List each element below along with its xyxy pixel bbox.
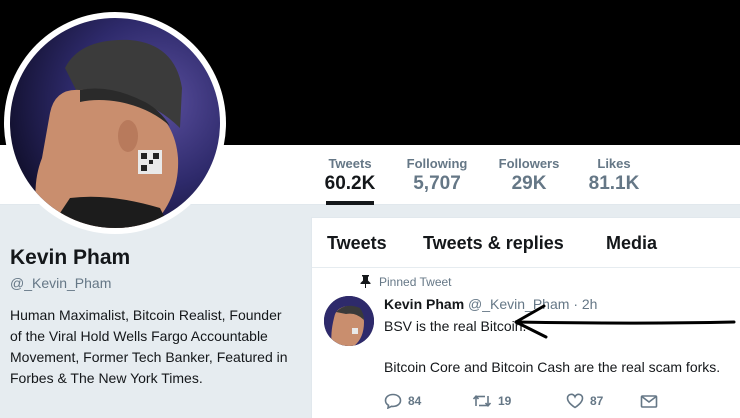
envelope-icon bbox=[640, 395, 658, 408]
reply-count: 84 bbox=[408, 394, 422, 408]
tab-media[interactable]: Media bbox=[606, 233, 657, 254]
tweet-timestamp[interactable]: 2h bbox=[582, 296, 598, 312]
profile-photo bbox=[10, 18, 220, 228]
tweet-author-name[interactable]: Kevin Pham bbox=[384, 296, 464, 312]
profile-avatar[interactable] bbox=[4, 12, 226, 234]
tweet-author-handle[interactable]: @_Kevin_Pham bbox=[468, 296, 569, 312]
stat-likes[interactable]: Likes 81.1K bbox=[586, 145, 642, 205]
stat-followers-value: 29K bbox=[511, 173, 547, 194]
pinned-tweet-label: Pinned Tweet bbox=[379, 275, 452, 289]
stat-tweets-label: Tweets bbox=[328, 156, 372, 171]
reply-button[interactable]: 84 bbox=[384, 393, 421, 413]
stat-followers[interactable]: Followers 29K bbox=[496, 145, 562, 205]
reply-icon bbox=[384, 393, 402, 410]
stat-following[interactable]: Following 5,707 bbox=[402, 145, 472, 205]
like-count: 87 bbox=[590, 394, 604, 408]
retweet-button[interactable]: 19 bbox=[472, 393, 511, 413]
tweet-author-avatar[interactable] bbox=[324, 296, 374, 346]
timeline-panel: Tweets Tweets & replies Media Pinned Twe… bbox=[311, 217, 740, 418]
retweet-icon bbox=[472, 394, 492, 408]
stat-tweets[interactable]: Tweets 60.2K bbox=[322, 145, 378, 205]
stat-followers-label: Followers bbox=[498, 156, 560, 171]
timeline-tabs: Tweets Tweets & replies Media bbox=[312, 218, 740, 268]
tweet-actions: 84 19 87 bbox=[384, 393, 740, 413]
profile-bio: Human Maximalist, Bitcoin Realist, Found… bbox=[10, 307, 288, 386]
pinned-tweet-indicator: Pinned Tweet bbox=[360, 275, 452, 289]
tweet-text-line-2: Bitcoin Core and Bitcoin Cash are the re… bbox=[384, 359, 721, 375]
tweet-header: Kevin Pham @_Kevin_Pham · 2h bbox=[384, 296, 597, 312]
retweet-count: 19 bbox=[498, 394, 512, 408]
tweet-text-line-1: BSV is the real Bitcoin. bbox=[384, 318, 527, 334]
profile-handle[interactable]: @_Kevin_Pham bbox=[10, 275, 111, 291]
tab-tweets-and-replies[interactable]: Tweets & replies bbox=[423, 233, 564, 254]
stat-tweets-value: 60.2K bbox=[324, 173, 376, 194]
stat-following-value: 5,707 bbox=[413, 173, 461, 194]
profile-name[interactable]: Kevin Pham bbox=[10, 246, 130, 270]
stat-likes-label: Likes bbox=[597, 156, 631, 171]
direct-message-button[interactable] bbox=[640, 393, 664, 413]
heart-icon bbox=[566, 393, 584, 409]
active-tab-underline bbox=[326, 201, 374, 205]
stat-likes-value: 81.1K bbox=[588, 173, 640, 194]
like-button[interactable]: 87 bbox=[566, 393, 603, 413]
tweet-separator: · bbox=[573, 296, 578, 312]
pin-icon bbox=[360, 275, 371, 288]
stat-following-label: Following bbox=[406, 156, 468, 171]
tab-tweets[interactable]: Tweets bbox=[327, 233, 387, 254]
